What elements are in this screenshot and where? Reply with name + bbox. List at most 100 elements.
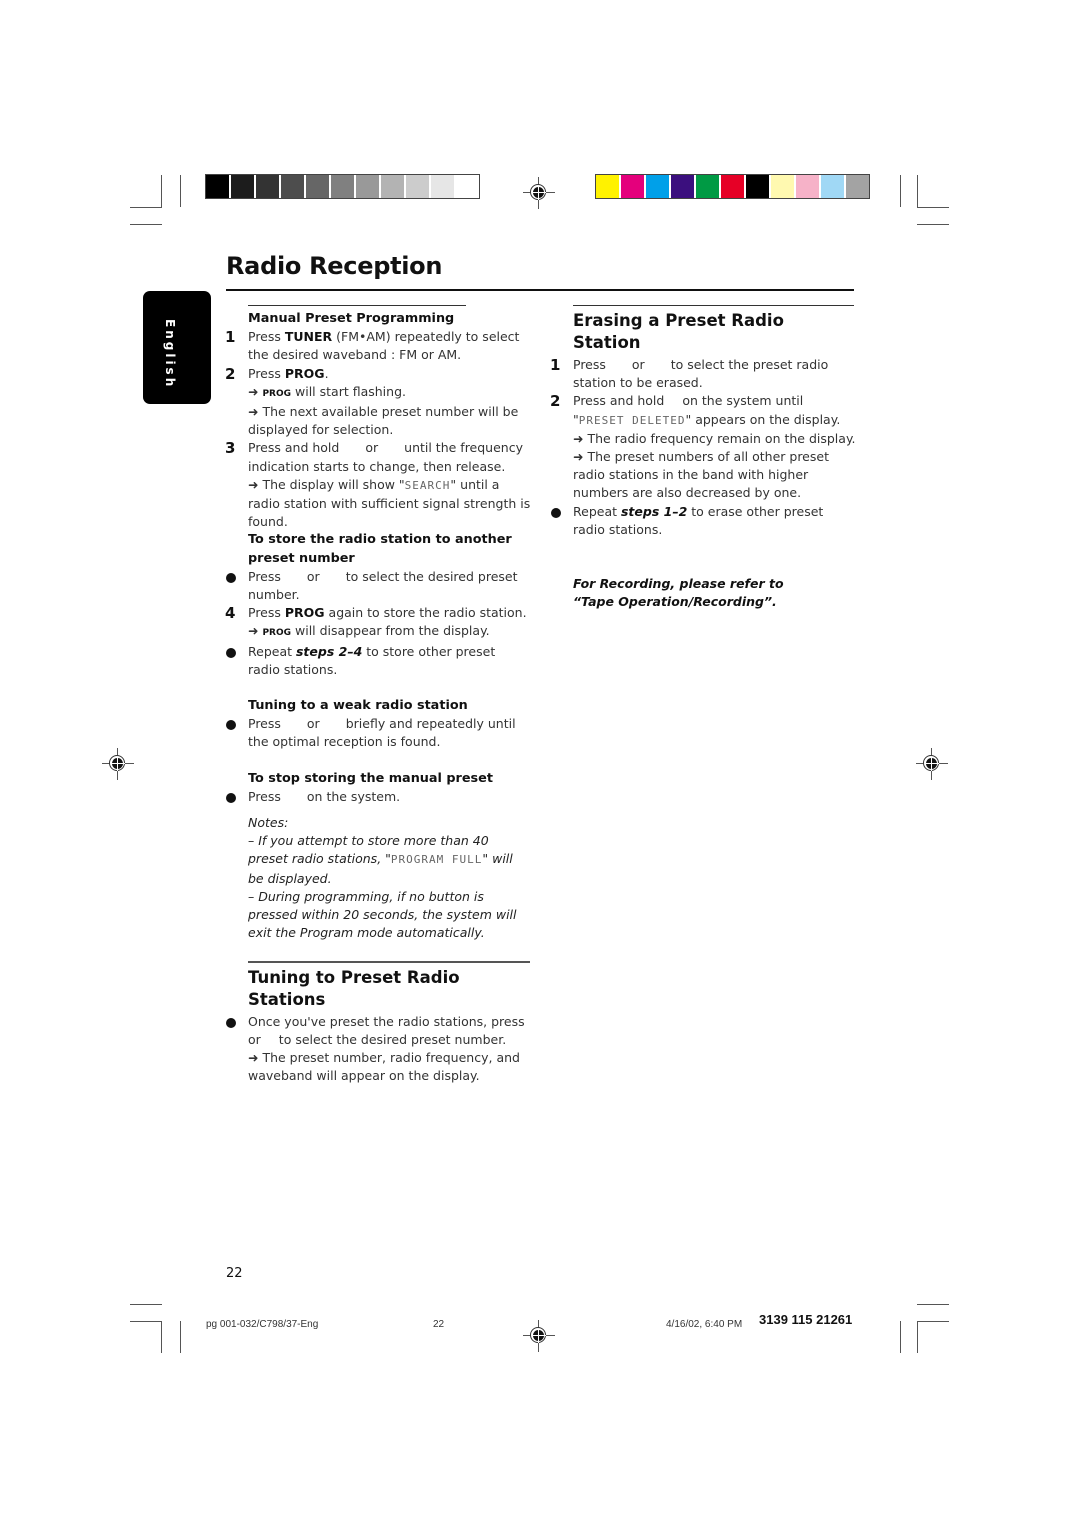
text: Once you've preset the radio stations, p… [248, 1013, 525, 1029]
crop-mark [917, 1321, 918, 1353]
text: Press [248, 365, 285, 381]
steps-ref: steps 1–2 [620, 503, 688, 519]
stop-bullet: Press on the system. [226, 788, 531, 806]
crop-mark [917, 1321, 949, 1322]
gray-swatch [281, 175, 304, 198]
section-rule [248, 305, 466, 306]
color-swatch [771, 175, 794, 198]
crop-mark [161, 175, 162, 207]
section-rule [573, 305, 854, 306]
color-swatch [596, 175, 619, 198]
text: Press [248, 329, 285, 345]
gray-swatch [406, 175, 429, 198]
crop-mark [917, 175, 918, 207]
title-rule [226, 289, 854, 291]
text: to select the preset radio station to be… [573, 357, 829, 391]
gray-swatch [231, 175, 254, 198]
result-text: ➜ The radio frequency remain on the disp… [573, 430, 856, 446]
crop-mark [900, 175, 901, 207]
step-number: 4 [225, 604, 236, 623]
prog-key: PROG [284, 605, 325, 621]
step-number: 2 [550, 392, 561, 411]
text: Press and hold [573, 393, 665, 409]
prog-key: PROG [284, 365, 325, 381]
text: ➜ The display will show " [248, 476, 405, 492]
footer-datetime: 4/16/02, 6:40 PM [666, 1319, 743, 1330]
bullet-icon [226, 792, 236, 803]
bullet-icon [226, 647, 236, 658]
text: or [306, 568, 320, 584]
erase-step-2: 2 Press and hold on the system until "PRE… [550, 392, 856, 502]
color-swatch [846, 175, 869, 198]
text: Press [248, 788, 281, 804]
text: Press [248, 605, 285, 621]
crop-mark [180, 175, 181, 207]
registration-mark-icon [916, 748, 948, 780]
text: to select the desired preset number. [248, 568, 518, 603]
gray-swatch [256, 175, 279, 198]
result-text: ➜ The preset numbers of all other preset… [573, 449, 829, 501]
gray-swatch [206, 175, 229, 198]
bullet-icon [551, 507, 561, 518]
footer-page: 22 [433, 1319, 445, 1330]
crop-mark [130, 1304, 162, 1305]
manual-preset-heading: Manual Preset Programming [248, 311, 455, 326]
text: will start flashing. [291, 383, 406, 399]
gray-swatch [431, 175, 454, 198]
text: or [365, 440, 379, 456]
lcd-preset-deleted: PRESET DELETED [578, 413, 686, 427]
store-heading: To store the radio station to another pr… [248, 532, 512, 566]
text: Press [248, 716, 281, 732]
crop-mark [161, 1321, 162, 1353]
registration-mark-icon [102, 748, 134, 780]
bullet-icon [226, 1017, 236, 1028]
text: briefly and repeatedly until the optimal… [248, 716, 516, 750]
text: " appears on the display. [685, 411, 841, 427]
steps-ref: steps 2–4 [295, 643, 363, 659]
section-rule [248, 960, 530, 963]
tuner-key: TUNER [284, 329, 333, 345]
color-swatch [821, 175, 844, 198]
tuning-preset-heading: Tuning to Preset Radio Stations [248, 967, 460, 1009]
crop-mark [917, 224, 949, 225]
color-swatch [646, 175, 669, 198]
text: on the system. [306, 788, 401, 804]
text: or [306, 716, 320, 732]
text: to select the desired preset number. [278, 1031, 507, 1047]
page-number: 22 [226, 1266, 243, 1281]
crop-mark [180, 1321, 181, 1353]
step-number: 1 [550, 356, 561, 374]
gray-swatch [306, 175, 329, 198]
crop-mark [130, 224, 162, 225]
erase-heading: Erasing a Preset Radio Station [573, 311, 784, 352]
crop-mark [130, 207, 162, 208]
text: Press [248, 568, 281, 584]
step-3: 3 Press and hold or until the frequency in… [225, 439, 531, 531]
arrow-icon: ➜ [248, 623, 263, 639]
color-swatch [796, 175, 819, 198]
footer-code: 3139 115 21261 [759, 1312, 853, 1327]
erase-repeat-bullet: Repeat steps 1–2 to erase other preset r… [551, 503, 856, 539]
recording-note: For Recording, please refer to “Tape Ope… [573, 576, 784, 610]
step-1: 1 Press TUNER (FM•AM) repeatedly to sele… [225, 328, 531, 364]
color-swatch [696, 175, 719, 198]
step-2: 2 Press PROG. ➜ PROG will start flashing… [225, 365, 531, 440]
text: or [248, 1031, 261, 1047]
tuning-bullet: Once you've preset the radio stations, p… [226, 1013, 531, 1086]
gray-swatch [356, 175, 379, 198]
lcd-program-full: PROGRAM FULL [390, 853, 483, 867]
result-text: ➜ The next available preset number will … [248, 404, 519, 438]
weak-station-heading: Tuning to a weak radio station [248, 698, 468, 714]
gray-swatch [331, 175, 354, 198]
result-text: ➜ The preset number, radio frequency, an… [248, 1049, 520, 1084]
footer-file: pg 001-032/C798/37-Eng [206, 1319, 319, 1330]
store-bullet: Press or to select the desired preset numb… [226, 568, 531, 604]
text: Press and hold [248, 440, 340, 456]
notes-label: Notes: [248, 815, 289, 831]
arrow-icon: ➜ [248, 383, 263, 399]
note-2: – During programming, if no button is pr… [248, 888, 517, 941]
gray-calibration-strip [205, 174, 480, 199]
left-column: Manual Preset Programming 1 Press TUNER … [225, 305, 531, 1086]
text: Repeat [248, 643, 296, 659]
language-tab: English [143, 291, 211, 404]
